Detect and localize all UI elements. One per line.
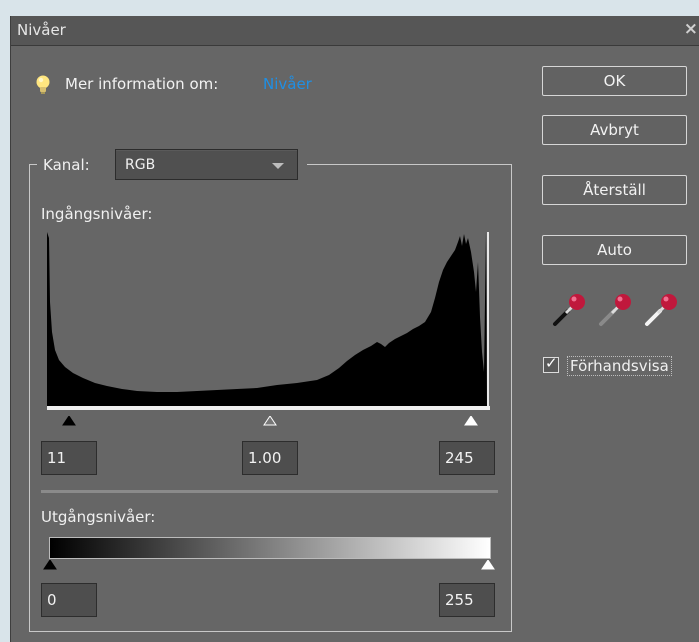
- output-gradient: [49, 537, 491, 559]
- ok-button[interactable]: OK: [542, 66, 687, 96]
- info-link[interactable]: Nivåer: [263, 75, 312, 93]
- chevron-down-icon: [272, 163, 284, 169]
- input-slider-track: [47, 406, 490, 410]
- close-icon[interactable]: ×: [684, 19, 698, 39]
- section-divider: [41, 490, 498, 493]
- channel-label: Kanal:: [43, 156, 90, 174]
- histogram-edge: [487, 232, 489, 408]
- input-gamma-slider[interactable]: [263, 416, 277, 426]
- input-gamma-field[interactable]: 1.00: [242, 441, 298, 475]
- preview-label[interactable]: Förhandsvisa: [567, 356, 672, 376]
- histogram-shape: [47, 232, 487, 408]
- levels-dialog: Nivåer × Mer information om: Nivåer Kana…: [10, 16, 699, 642]
- black-point-eyedropper-icon[interactable]: [552, 291, 588, 327]
- input-black-field[interactable]: 11: [41, 441, 97, 475]
- output-black-slider[interactable]: [43, 560, 57, 570]
- dialog-title: Nivåer: [17, 21, 66, 39]
- input-white-slider[interactable]: [464, 416, 478, 426]
- checkmark-icon: ✓: [545, 354, 558, 372]
- input-black-slider[interactable]: [62, 416, 76, 426]
- histogram: [47, 232, 489, 408]
- output-levels-label: Utgångsnivåer:: [41, 508, 156, 526]
- input-levels-label: Ingångsnivåer:: [41, 205, 153, 223]
- lightbulb-icon: [35, 74, 51, 100]
- auto-button[interactable]: Auto: [542, 235, 687, 265]
- info-label: Mer information om:: [65, 75, 219, 93]
- gray-point-eyedropper-icon[interactable]: [598, 291, 634, 327]
- output-white-field[interactable]: 255: [439, 583, 495, 617]
- title-bar[interactable]: Nivåer ×: [11, 16, 699, 46]
- output-white-slider[interactable]: [481, 560, 495, 570]
- channel-select-value: RGB: [125, 157, 156, 173]
- preview-checkbox[interactable]: ✓: [543, 354, 559, 373]
- channel-select[interactable]: RGB: [115, 149, 298, 180]
- input-white-field[interactable]: 245: [439, 441, 495, 475]
- cancel-button[interactable]: Avbryt: [542, 115, 687, 145]
- reset-button[interactable]: Återställ: [542, 175, 687, 205]
- white-point-eyedropper-icon[interactable]: [644, 291, 680, 327]
- output-black-field[interactable]: 0: [41, 583, 97, 617]
